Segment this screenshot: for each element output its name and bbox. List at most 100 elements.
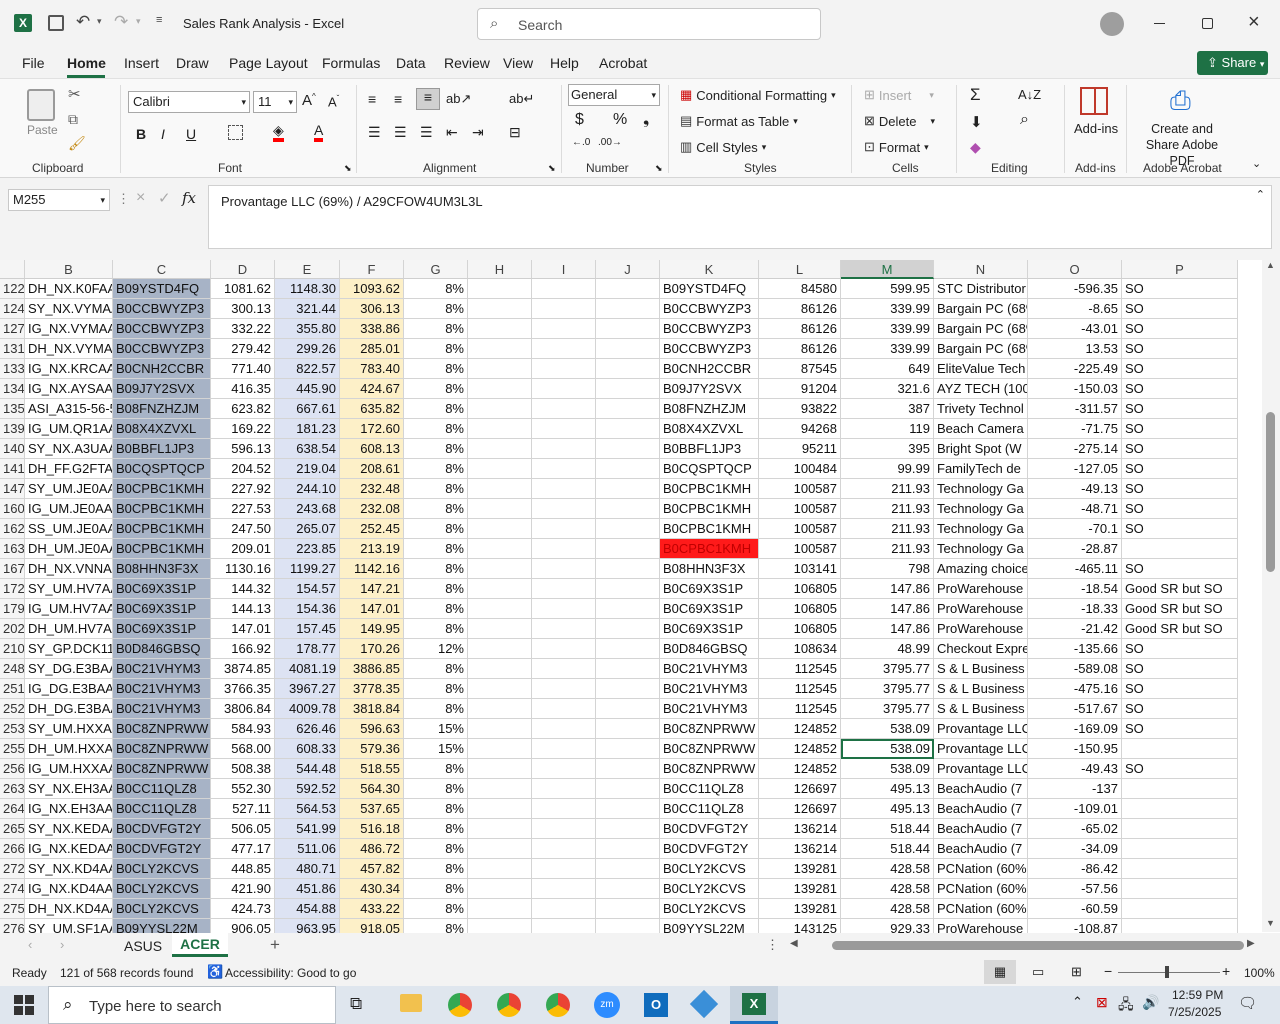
grid-cell[interactable] [596,339,660,359]
grid-cell[interactable]: SO [1122,359,1238,379]
row-header[interactable]: 210 [0,639,25,659]
grid-cell[interactable]: 86126 [759,319,841,339]
grid-cell[interactable]: -225.49 [1028,359,1122,379]
save-icon[interactable] [48,15,64,31]
italic-icon[interactable]: I [161,126,165,142]
collapse-formula-icon[interactable]: ⌃ [1256,188,1265,201]
add-sheet-icon[interactable]: + [270,935,280,955]
column-header-p[interactable]: P [1122,260,1238,279]
bold-icon[interactable]: B [136,126,146,142]
scroll-down-icon[interactable]: ▼ [1266,918,1275,928]
grid-cell[interactable]: EliteValue Tech [934,359,1028,379]
grid-cell[interactable]: B08HHN3F3X [113,559,211,579]
grid-cell[interactable]: B09YSTD4FQ [113,279,211,299]
grid-cell[interactable]: 541.99 [275,819,340,839]
row-header[interactable]: 255 [0,739,25,759]
grid-cell[interactable]: 211.93 [841,519,934,539]
grid-cell[interactable] [596,719,660,739]
grid-cell[interactable]: B0CLY2KCVS [113,879,211,899]
grid-cell[interactable] [596,319,660,339]
zoom-out-icon[interactable]: − [1104,963,1112,979]
menu-review[interactable]: Review [444,55,490,71]
grid-cell[interactable]: B0C69X3S1P [113,619,211,639]
grid-cell[interactable]: SY_NX.KD4AA [25,859,113,879]
grid-cell[interactable]: 3874.85 [211,659,275,679]
grid-cell[interactable]: 3967.27 [275,679,340,699]
cut-icon[interactable]: ✂ [68,85,81,103]
grid-cell[interactable]: B0C21VHYM3 [660,659,759,679]
grid-cell[interactable]: 608.33 [275,739,340,759]
grid-cell[interactable]: B08FNZHZJM [660,399,759,419]
grid-cell[interactable] [468,519,532,539]
grid-cell[interactable]: SY_NX.A3UAA [25,439,113,459]
grid-cell[interactable]: 232.08 [340,499,404,519]
row-header[interactable]: 252 [0,699,25,719]
grid-cell[interactable]: -8.65 [1028,299,1122,319]
grid-cell[interactable]: B0C21VHYM3 [113,679,211,699]
grid-cell[interactable]: B0BBFL1JP3 [660,439,759,459]
scroll-right-icon[interactable]: ▶ [1247,938,1255,949]
insert-function-icon[interactable]: fx [182,189,196,207]
grid-cell[interactable] [468,539,532,559]
grid-cell[interactable] [596,379,660,399]
menu-file[interactable]: File [22,55,45,71]
grid-cell[interactable]: B08FNZHZJM [113,399,211,419]
grid-cell[interactable] [532,759,596,779]
grid-cell[interactable]: 211.93 [841,539,934,559]
grid-cell[interactable] [1122,819,1238,839]
row-header[interactable]: 263 [0,779,25,799]
grid-cell[interactable]: STC Distributor [934,279,1028,299]
grid-cell[interactable] [468,739,532,759]
row-header[interactable]: 124 [0,299,25,319]
grid-cell[interactable]: 247.50 [211,519,275,539]
grid-cell[interactable]: 339.99 [841,339,934,359]
grid-cell[interactable]: 95211 [759,439,841,459]
grid-cell[interactable]: B0CQSPTQCP [113,459,211,479]
grid-cell[interactable]: B0BBFL1JP3 [113,439,211,459]
grid-cell[interactable]: 8% [404,679,468,699]
grid-cell[interactable]: 86126 [759,299,841,319]
grid-cell[interactable]: BeachAudio (7 [934,839,1028,859]
grid-cell[interactable]: SO [1122,479,1238,499]
grid-cell[interactable]: BeachAudio (7 [934,799,1028,819]
grid-cell[interactable]: 94268 [759,419,841,439]
grid-cell[interactable]: -18.54 [1028,579,1122,599]
row-header[interactable]: 172 [0,579,25,599]
grid-cell[interactable] [468,379,532,399]
grid-cell[interactable] [532,319,596,339]
grid-cell[interactable]: -60.59 [1028,899,1122,919]
grid-cell[interactable]: 486.72 [340,839,404,859]
currency-icon[interactable]: $ [575,111,584,129]
grid-cell[interactable]: 454.88 [275,899,340,919]
grid-cell[interactable] [468,459,532,479]
grid-cell[interactable]: 84580 [759,279,841,299]
grid-cell[interactable]: B0CPBC1KMH [660,499,759,519]
grid-cell[interactable]: -137 [1028,779,1122,799]
grid-cell[interactable]: 108634 [759,639,841,659]
grid-cell[interactable]: 516.18 [340,819,404,839]
row-header[interactable]: 163 [0,539,25,559]
grid-cell[interactable]: 635.82 [340,399,404,419]
grid-cell[interactable]: 136214 [759,819,841,839]
grid-cell[interactable]: B0CDVFGT2Y [113,819,211,839]
menu-data[interactable]: Data [396,55,426,71]
grid-cell[interactable] [468,319,532,339]
grid-cell[interactable] [596,839,660,859]
grid-cell[interactable]: B09YSTD4FQ [660,279,759,299]
grid-cell[interactable]: 416.35 [211,379,275,399]
row-header[interactable]: 253 [0,719,25,739]
horizontal-scroll-thumb[interactable] [832,941,1244,950]
next-sheet-icon[interactable]: › [60,937,64,952]
grid-cell[interactable]: -109.01 [1028,799,1122,819]
grid-cell[interactable]: 4081.19 [275,659,340,679]
grid-cell[interactable] [1122,779,1238,799]
grid-cell[interactable]: 91204 [759,379,841,399]
grid-cell[interactable]: Technology Ga [934,519,1028,539]
grid-cell[interactable]: SO [1122,679,1238,699]
grid-cell[interactable]: 126697 [759,799,841,819]
grid-cell[interactable]: 8% [404,839,468,859]
outlook-icon[interactable]: O [644,993,668,1017]
grid-cell[interactable] [532,639,596,659]
grid-cell[interactable]: 544.48 [275,759,340,779]
grid-cell[interactable]: 511.06 [275,839,340,859]
